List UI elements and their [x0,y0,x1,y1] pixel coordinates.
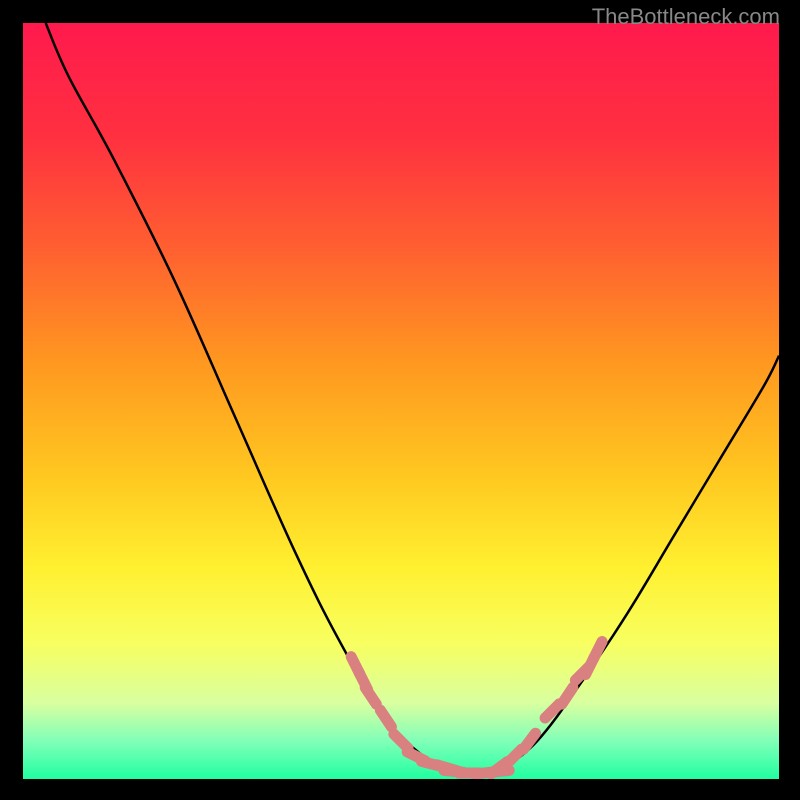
watermark-text: TheBottleneck.com [592,4,780,30]
chart-svg [23,23,779,779]
gradient-background [23,23,779,779]
marker-bottom_markers [489,770,509,772]
chart-container: TheBottleneck.com [0,0,800,800]
